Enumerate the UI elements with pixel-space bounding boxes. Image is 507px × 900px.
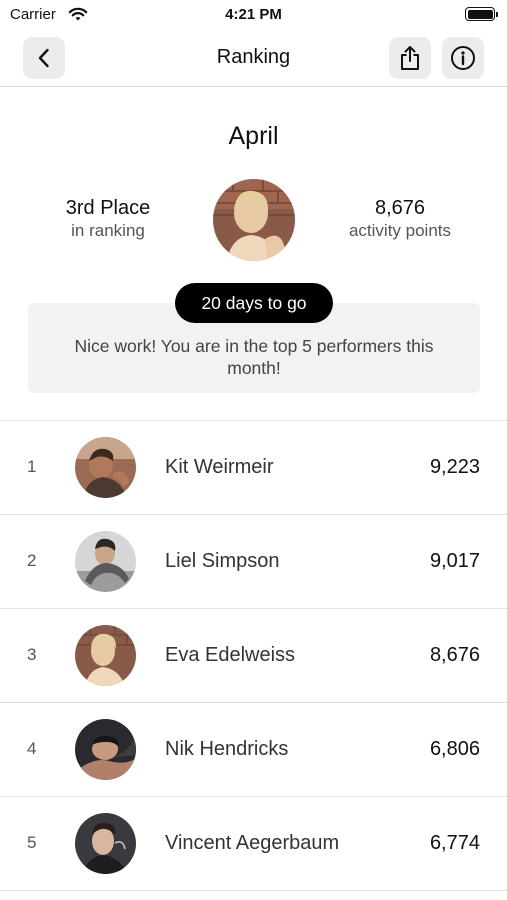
avatar xyxy=(75,437,136,498)
athlete-name: Vincent Aegerbaum xyxy=(165,832,340,854)
encouragement-message: Nice work! You are in the top 5 performe… xyxy=(74,336,434,378)
ranking-list: 1 Kit Weirmeir 9,223 2 Liel Simpson 9,01… xyxy=(0,420,507,891)
athlete-points: 6,774 xyxy=(429,832,480,854)
athlete-points: 9,223 xyxy=(429,456,480,478)
ranking-row[interactable]: 4 Nik Hendricks 6,806 xyxy=(0,703,507,797)
battery-icon xyxy=(465,7,498,21)
place-caption: in ranking xyxy=(71,221,145,240)
ranking-row[interactable]: 1 Kit Weirmeir 9,223 xyxy=(0,421,507,515)
ranking-row[interactable]: 3 Eva Edelweiss 8,676 xyxy=(0,609,507,703)
clock: 4:21 PM xyxy=(225,6,282,23)
athlete-name: Eva Edelweiss xyxy=(165,644,296,666)
share-button[interactable] xyxy=(389,37,431,79)
athlete-points: 9,017 xyxy=(429,550,480,572)
ranking-place-stat: 3rd Place in ranking xyxy=(23,196,193,242)
points-value: 8,676 xyxy=(374,197,426,219)
avatar xyxy=(75,813,136,874)
ranking-row[interactable]: 2 Liel Simpson 9,017 xyxy=(0,515,507,609)
countdown-badge: 20 days to go xyxy=(175,283,333,323)
share-icon xyxy=(399,45,421,71)
rank-number: 2 xyxy=(27,551,37,570)
athlete-name: Nik Hendricks xyxy=(165,738,289,760)
athlete-name: Liel Simpson xyxy=(165,550,280,572)
avatar xyxy=(75,625,136,686)
navigation-bar: Ranking xyxy=(0,30,507,87)
info-icon xyxy=(450,45,476,71)
points-caption: activity points xyxy=(348,221,452,240)
rank-number: 4 xyxy=(27,739,37,758)
place-value: 3rd Place xyxy=(65,197,151,219)
status-bar: Carrier 4:21 PM xyxy=(0,0,507,30)
athlete-points: 6,806 xyxy=(429,738,480,760)
rank-number: 3 xyxy=(27,645,37,664)
rank-number: 1 xyxy=(27,457,37,476)
user-avatar xyxy=(213,179,295,261)
athlete-points: 8,676 xyxy=(429,644,480,666)
athlete-name: Kit Weirmeir xyxy=(165,456,274,478)
info-button[interactable] xyxy=(442,37,484,79)
avatar xyxy=(75,719,136,780)
month-heading: April xyxy=(228,122,279,150)
rank-number: 5 xyxy=(27,833,37,852)
ranking-row[interactable]: 5 Vincent Aegerbaum 6,774 xyxy=(0,797,507,891)
avatar xyxy=(75,531,136,592)
activity-points-stat: 8,676 activity points xyxy=(315,196,485,242)
